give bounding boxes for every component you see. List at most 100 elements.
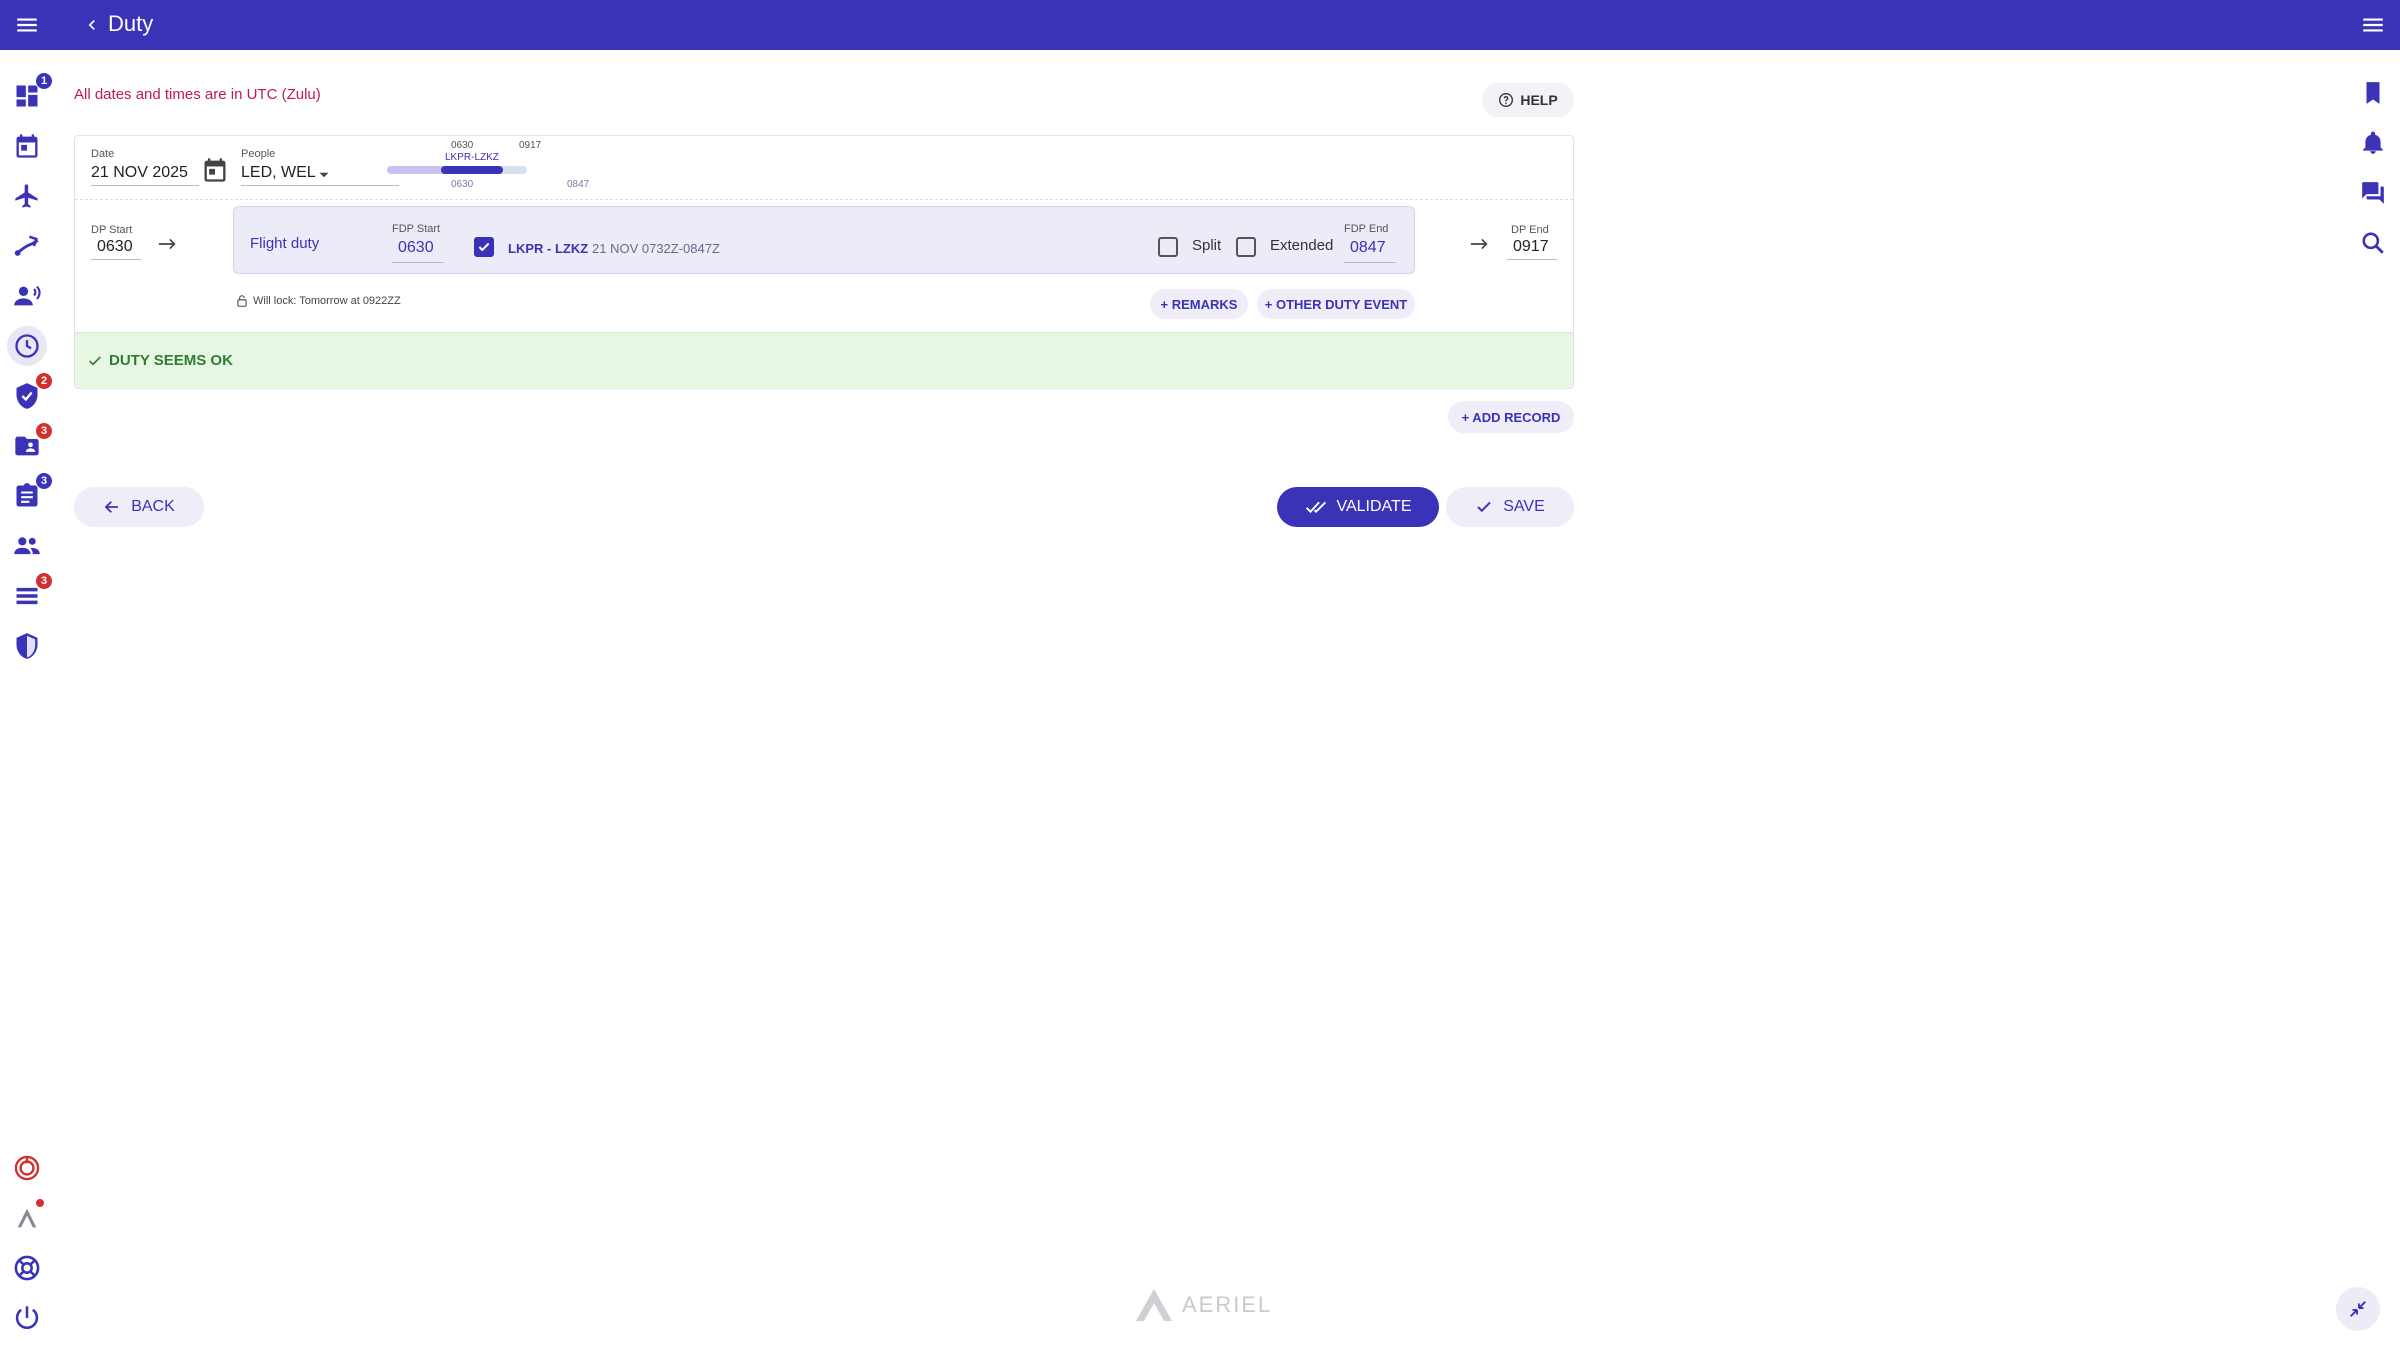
notification-badge: 3 [35, 472, 53, 490]
back-chevron-icon[interactable] [82, 13, 102, 37]
check-icon [1477, 501, 1491, 513]
right-rail-chat[interactable] [2358, 178, 2388, 208]
dp-end-value: 0917 [1513, 238, 1549, 255]
back-button[interactable]: BACK [74, 487, 204, 527]
sidebar-item-routes[interactable] [7, 226, 47, 266]
lock-text: Will lock: Tomorrow at 0922ZZ [253, 295, 401, 307]
dp-start-field[interactable]: DP Start 0630 [91, 222, 141, 260]
target-icon [14, 1155, 40, 1181]
sidebar-item-tasks[interactable]: 3 [7, 472, 53, 516]
fdp-end-label: FDP End [1344, 223, 1389, 235]
split-checkbox[interactable] [1158, 237, 1178, 257]
clock-icon [15, 334, 39, 358]
date-value: 21 NOV 2025 [91, 164, 188, 181]
sidebar-item-support[interactable] [7, 1248, 47, 1288]
timeline-top-end: 0917 [519, 140, 542, 151]
right-rail-bookmark[interactable] [2358, 78, 2388, 108]
duty-status-text: DUTY SEEMS OK [109, 352, 233, 369]
timeline-route: LKPR-LZKZ [445, 152, 499, 163]
duty-record-card: Date 21 NOV 2025 People LED, WEL 0630 09… [74, 135, 1574, 389]
sidebar-item-duty[interactable] [7, 326, 47, 366]
sidebar-item-calendar[interactable] [7, 126, 47, 166]
people-value: LED, WEL [241, 164, 316, 181]
leg-time: 21 NOV 0732Z-0847Z [592, 241, 720, 256]
extended-checkbox[interactable] [1236, 237, 1256, 257]
validate-button[interactable]: VALIDATE [1277, 487, 1439, 527]
save-button[interactable]: SAVE [1446, 487, 1574, 527]
sidebar-item-lists[interactable]: 3 [7, 572, 53, 616]
duty-timeline: 0630 0917 LKPR-LZKZ 0630 0847 [375, 136, 615, 200]
notification-badge: 2 [35, 372, 53, 390]
utc-notice: All dates and times are in UTC (Zulu) [74, 86, 321, 103]
timeline-bottom-start: 0630 [451, 179, 474, 190]
calendar-picker-icon[interactable] [201, 156, 229, 184]
dp-end-field[interactable]: DP End 0917 [1507, 222, 1557, 260]
extended-label: Extended [1270, 237, 1334, 254]
sidebar-item-targets[interactable] [7, 1148, 47, 1188]
add-remarks-button[interactable]: + REMARKS [1150, 289, 1248, 319]
leg-route: LKPR - LZKZ [508, 241, 589, 256]
notification-dot [35, 1198, 45, 1208]
collapse-arrows-icon [2350, 1301, 2366, 1317]
fdp-end-value: 0847 [1350, 239, 1386, 256]
help-button[interactable]: HELP [1482, 83, 1574, 117]
hamburger-menu-icon[interactable] [12, 12, 42, 38]
sidebar-item-people[interactable] [7, 526, 47, 566]
dp-start-label: DP Start [91, 224, 133, 236]
sidebar-item-dashboard[interactable]: 1 [7, 72, 53, 116]
aeriel-logo-icon [1136, 1289, 1172, 1321]
dp-start-value: 0630 [97, 238, 133, 255]
arrow-right-icon [1470, 238, 1488, 250]
sidebar-item-crew-files[interactable]: 3 [7, 422, 53, 466]
lock-open-icon [237, 295, 247, 307]
bell-icon [2363, 131, 2383, 154]
collapse-fab[interactable] [2336, 1287, 2380, 1331]
hamburger-menu-icon[interactable] [2358, 12, 2388, 38]
fdp-start-field[interactable]: FDP Start 0630 [392, 221, 444, 263]
airplane-icon [15, 184, 38, 208]
bookmark-icon [2366, 82, 2380, 104]
split-label: Split [1192, 237, 1222, 254]
duty-type-label: Flight duty [250, 235, 320, 252]
sidebar-item-flights[interactable] [7, 176, 47, 216]
brand-footer: AERIEL [1134, 1287, 1272, 1323]
check-icon [89, 355, 101, 365]
check-icon [478, 242, 490, 252]
brand-name: AERIEL [1182, 1292, 1273, 1317]
sidebar-item-logout[interactable] [7, 1298, 47, 1338]
lifebuoy-icon [14, 1255, 40, 1281]
timeline-top-start: 0630 [451, 140, 474, 151]
validate-label: VALIDATE [1336, 498, 1412, 515]
leg-checkbox[interactable] [474, 237, 494, 257]
date-field[interactable]: Date 21 NOV 2025 [91, 146, 199, 186]
sidebar-item-aeriel[interactable] [7, 1198, 47, 1238]
flight-duty-panel: Flight duty FDP Start 0630 LKPR - LZKZ 2… [233, 206, 1415, 274]
right-rail-search[interactable] [2358, 228, 2388, 258]
notification-badge: 1 [35, 72, 53, 90]
top-app-bar: Duty [0, 0, 2400, 50]
fdp-start-value: 0630 [398, 239, 434, 256]
arrow-right-icon [158, 238, 176, 250]
date-label: Date [91, 148, 115, 160]
save-label: SAVE [1503, 498, 1545, 515]
power-icon [15, 1306, 39, 1329]
add-record-button[interactable]: + ADD RECORD [1448, 401, 1574, 433]
sidebar-item-security[interactable] [7, 626, 47, 666]
sidebar-item-compliance[interactable]: 2 [7, 372, 53, 416]
fdp-end-field[interactable]: FDP End 0847 [1344, 221, 1396, 263]
add-other-duty-event-button[interactable]: + OTHER DUTY EVENT [1257, 289, 1415, 319]
record-header: Date 21 NOV 2025 People LED, WEL 0630 09… [75, 136, 1573, 200]
dp-end-label: DP End [1511, 224, 1549, 236]
page-title: Duty [108, 11, 154, 36]
people-icon [14, 537, 40, 555]
duty-status-bar: DUTY SEEMS OK [75, 332, 1573, 388]
left-sidebar: 1 2 3 3 3 [0, 50, 54, 1350]
aeriel-logo-icon [17, 1208, 37, 1228]
right-rail-notifications[interactable] [2358, 128, 2388, 158]
flight-route-icon [14, 235, 39, 256]
sidebar-item-briefing[interactable] [7, 276, 47, 316]
notification-badge: 3 [35, 422, 53, 440]
calendar-icon [16, 134, 38, 158]
help-circle-icon [1499, 93, 1514, 107]
crew-briefing-icon [14, 285, 41, 306]
